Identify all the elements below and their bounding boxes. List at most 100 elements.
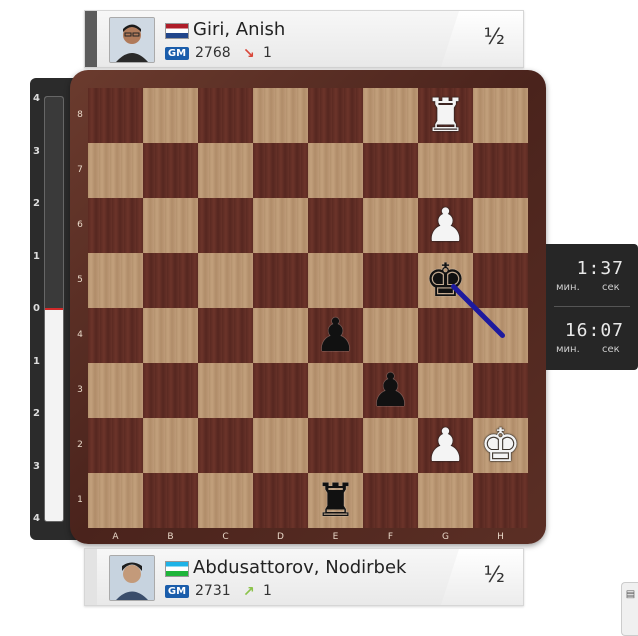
chess-board[interactable]: ♜ ♟ ♚ ♟ ♟ ♟ ♚ ♜ — [88, 88, 528, 528]
square-c1[interactable] — [198, 473, 253, 528]
square-b4[interactable] — [143, 308, 198, 363]
square-a1[interactable] — [88, 473, 143, 528]
square-d2[interactable] — [253, 418, 308, 473]
evaluation-black-fill — [45, 97, 63, 309]
square-d5[interactable] — [253, 253, 308, 308]
square-e4[interactable]: ♟ — [308, 308, 363, 363]
trend-up-icon: ↗ — [243, 584, 255, 600]
eval-tick-label: 2 — [33, 198, 40, 209]
square-g2[interactable]: ♟ — [418, 418, 473, 473]
player-name[interactable]: Giri, Anish — [193, 19, 285, 40]
square-c2[interactable] — [198, 418, 253, 473]
square-d8[interactable] — [253, 88, 308, 143]
top-player-card: Giri, Anish GM 2768 ↘ 1 ½ — [84, 10, 524, 68]
square-d6[interactable] — [253, 198, 308, 253]
square-b5[interactable] — [143, 253, 198, 308]
square-c7[interactable] — [198, 143, 253, 198]
eval-tick-label: 1 — [33, 250, 40, 262]
square-a3[interactable] — [88, 363, 143, 418]
square-a7[interactable] — [88, 143, 143, 198]
square-h5[interactable] — [473, 253, 528, 308]
square-a4[interactable] — [88, 308, 143, 363]
rating-change: 1 — [263, 45, 272, 61]
file-label: A — [112, 532, 119, 542]
white-pawn-icon[interactable]: ♟ — [425, 418, 466, 473]
square-e8[interactable] — [308, 88, 363, 143]
game-clock: 1:37 мин. сек 16:07 мин. сек — [546, 244, 638, 370]
square-d7[interactable] — [253, 143, 308, 198]
square-b8[interactable] — [143, 88, 198, 143]
evaluation-zero-line — [45, 308, 63, 310]
square-g1[interactable] — [418, 473, 473, 528]
seconds-label: сек — [602, 344, 620, 355]
white-rook-icon[interactable]: ♜ — [425, 88, 466, 143]
square-b6[interactable] — [143, 198, 198, 253]
square-b3[interactable] — [143, 363, 198, 418]
file-label: C — [222, 532, 229, 542]
square-h7[interactable] — [473, 143, 528, 198]
white-king-icon[interactable]: ♚ — [480, 418, 521, 473]
black-king-icon[interactable]: ♚ — [425, 253, 466, 308]
square-a5[interactable] — [88, 253, 143, 308]
square-g8[interactable]: ♜ — [418, 88, 473, 143]
square-e2[interactable] — [308, 418, 363, 473]
rank-label: 4 — [77, 330, 83, 340]
square-g4[interactable] — [418, 308, 473, 363]
square-f7[interactable] — [363, 143, 418, 198]
square-d4[interactable] — [253, 308, 308, 363]
minutes-label: мин. — [556, 282, 580, 293]
square-g5[interactable]: ♚ — [418, 253, 473, 308]
square-a6[interactable] — [88, 198, 143, 253]
eval-tick-label: 0 — [33, 303, 40, 314]
player-rating: 2768 — [195, 45, 231, 61]
flag-icon — [165, 561, 189, 577]
player-rating: 2731 — [195, 583, 231, 599]
square-h3[interactable] — [473, 363, 528, 418]
square-f2[interactable] — [363, 418, 418, 473]
square-f1[interactable] — [363, 473, 418, 528]
square-f5[interactable] — [363, 253, 418, 308]
square-f4[interactable] — [363, 308, 418, 363]
black-rook-icon[interactable]: ♜ — [315, 473, 356, 528]
square-c5[interactable] — [198, 253, 253, 308]
square-c3[interactable] — [198, 363, 253, 418]
score-box: ½ — [441, 11, 523, 67]
square-c8[interactable] — [198, 88, 253, 143]
title-badge: GM — [165, 47, 189, 60]
square-g6[interactable]: ♟ — [418, 198, 473, 253]
square-h6[interactable] — [473, 198, 528, 253]
player-name[interactable]: Abdusattorov, Nodirbek — [193, 557, 406, 578]
square-b7[interactable] — [143, 143, 198, 198]
bottom-player-card: Abdusattorov, Nodirbek GM 2731 ↗ 1 ½ — [84, 548, 524, 606]
square-f3[interactable]: ♟ — [363, 363, 418, 418]
side-panel-toggle[interactable]: ▤ — [621, 582, 638, 636]
square-h1[interactable] — [473, 473, 528, 528]
square-f6[interactable] — [363, 198, 418, 253]
square-d3[interactable] — [253, 363, 308, 418]
white-pawn-icon[interactable]: ♟ — [425, 198, 466, 253]
black-pawn-icon[interactable]: ♟ — [370, 363, 411, 418]
square-h4[interactable] — [473, 308, 528, 363]
square-e1[interactable]: ♜ — [308, 473, 363, 528]
avatar[interactable] — [109, 17, 155, 63]
eval-tick-label: 4 — [33, 513, 40, 524]
square-b2[interactable] — [143, 418, 198, 473]
square-e3[interactable] — [308, 363, 363, 418]
square-h2[interactable]: ♚ — [473, 418, 528, 473]
square-e7[interactable] — [308, 143, 363, 198]
square-c4[interactable] — [198, 308, 253, 363]
square-e5[interactable] — [308, 253, 363, 308]
square-a2[interactable] — [88, 418, 143, 473]
square-b1[interactable] — [143, 473, 198, 528]
square-e6[interactable] — [308, 198, 363, 253]
eval-tick-label: 3 — [33, 145, 40, 157]
black-pawn-icon[interactable]: ♟ — [315, 308, 356, 363]
square-g3[interactable] — [418, 363, 473, 418]
avatar[interactable] — [109, 555, 155, 601]
square-g7[interactable] — [418, 143, 473, 198]
square-d1[interactable] — [253, 473, 308, 528]
square-c6[interactable] — [198, 198, 253, 253]
square-f8[interactable] — [363, 88, 418, 143]
square-a8[interactable] — [88, 88, 143, 143]
square-h8[interactable] — [473, 88, 528, 143]
